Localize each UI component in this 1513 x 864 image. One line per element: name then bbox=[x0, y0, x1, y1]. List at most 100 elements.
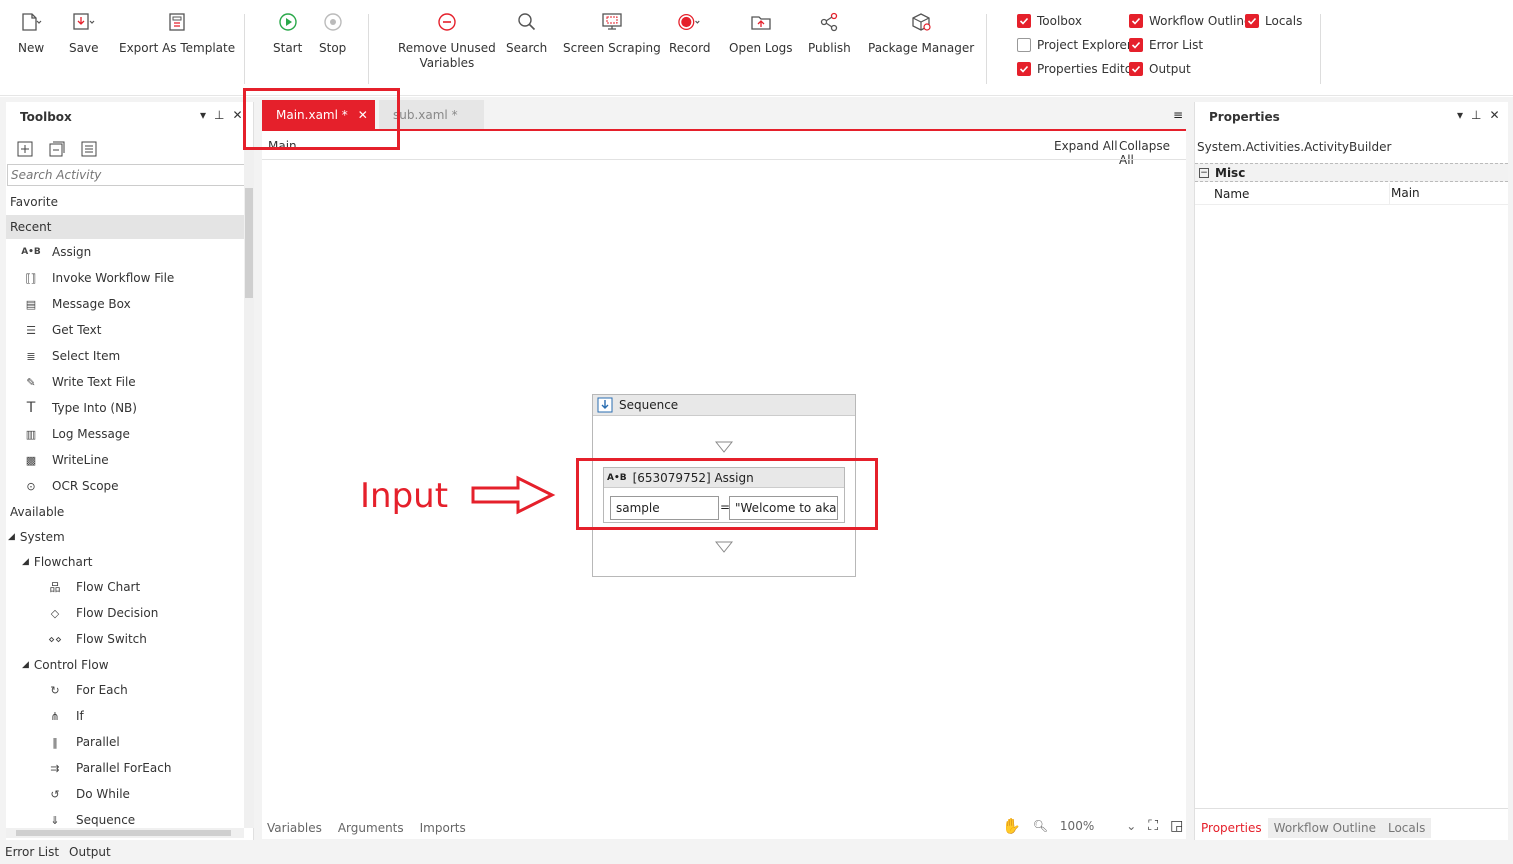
collapse-all-icon[interactable] bbox=[48, 140, 68, 158]
properties-editor-checkbox[interactable]: Properties Editor bbox=[1017, 62, 1137, 76]
package-manager-button[interactable]: Package Manager bbox=[868, 10, 974, 56]
zoom-controls: ✋ 🔍︎ 100% ⌄ ⛶ ◲ bbox=[1002, 817, 1183, 835]
unchecked-icon bbox=[1017, 38, 1031, 52]
flowchart-group[interactable]: ◢ Flowchart bbox=[6, 550, 244, 574]
workflow-outline-checkbox[interactable]: Workflow Outline bbox=[1129, 14, 1251, 28]
toolbox-item-if[interactable]: ⋔ If bbox=[6, 704, 244, 728]
property-name-label: Name bbox=[1214, 187, 1250, 201]
arguments-tab[interactable]: Arguments bbox=[338, 821, 404, 835]
type-into-icon: T bbox=[26, 400, 36, 416]
screen-scraping-icon bbox=[600, 10, 624, 34]
export-template-button[interactable]: Export As Template bbox=[119, 10, 235, 56]
toolbox-item-flow-switch[interactable]: ⋄⋄ Flow Switch bbox=[6, 627, 244, 651]
open-logs-button[interactable]: Open Logs bbox=[729, 10, 793, 56]
expand-all-link[interactable]: Expand All bbox=[1054, 139, 1118, 153]
error-list-checkbox[interactable]: Error List bbox=[1129, 38, 1203, 52]
toolbox-item-writeline[interactable]: ▩ WriteLine bbox=[6, 448, 244, 472]
close-icon[interactable]: ✕ bbox=[232, 108, 242, 122]
control-flow-label: Control Flow bbox=[33, 658, 109, 672]
toolbox-item-type-into[interactable]: T Type Into (NB) bbox=[6, 396, 244, 420]
project-explorer-checkbox[interactable]: Project Explorer bbox=[1017, 38, 1132, 52]
record-button[interactable]: Record bbox=[669, 10, 710, 56]
checked-icon bbox=[1245, 14, 1259, 28]
expand-all-icon[interactable] bbox=[16, 140, 36, 158]
toolbox-item-ocr-scope[interactable]: ⊙ OCR Scope bbox=[6, 474, 244, 498]
favorite-section[interactable]: Favorite bbox=[6, 190, 244, 214]
imports-tab[interactable]: Imports bbox=[420, 821, 466, 835]
toolbox-item-label: Select Item bbox=[52, 349, 121, 363]
toolbox-item-get-text[interactable]: ☰ Get Text bbox=[6, 318, 244, 342]
toolbox-item-write-text-file[interactable]: ✎ Write Text File bbox=[6, 370, 244, 394]
search-button[interactable]: Search bbox=[506, 10, 547, 56]
dropdown-icon[interactable]: ▾ bbox=[200, 108, 206, 122]
package-manager-label: Package Manager bbox=[868, 41, 975, 55]
property-name-value[interactable]: Main bbox=[1391, 186, 1420, 200]
open-logs-icon bbox=[749, 10, 773, 34]
flow-chart-icon: 品 bbox=[49, 581, 61, 594]
close-icon[interactable]: ✕ bbox=[1489, 108, 1499, 122]
zoom-level[interactable]: 100% bbox=[1060, 819, 1094, 833]
list-view-icon[interactable] bbox=[80, 140, 100, 158]
toolbox-item-label: Flow Chart bbox=[76, 580, 141, 594]
scrollbar-thumb[interactable] bbox=[245, 188, 253, 298]
toolbox-item-assign[interactable]: A•B Assign bbox=[6, 240, 244, 264]
hand-pan-icon[interactable]: ✋ bbox=[1002, 817, 1021, 835]
available-section[interactable]: Available bbox=[6, 500, 244, 524]
parallel-icon: ‖ bbox=[52, 735, 58, 749]
write-text-file-icon: ✎ bbox=[26, 375, 36, 389]
toolbox-item-label: Get Text bbox=[52, 323, 102, 337]
publish-button[interactable]: Publish bbox=[808, 10, 851, 56]
system-group[interactable]: ◢ System bbox=[6, 525, 244, 549]
dropdown-icon[interactable]: ▾ bbox=[1457, 108, 1463, 122]
flow-decision-icon: ◇ bbox=[50, 606, 60, 620]
variables-tab[interactable]: Variables bbox=[267, 821, 322, 835]
save-button[interactable]: Save bbox=[69, 10, 98, 56]
fit-to-screen-icon[interactable]: ⛶ bbox=[1148, 818, 1158, 834]
output-checkbox[interactable]: Output bbox=[1129, 62, 1191, 76]
new-button[interactable]: New bbox=[18, 10, 44, 56]
start-button[interactable]: Start bbox=[273, 10, 302, 56]
toolbox-item-do-while[interactable]: ↺ Do While bbox=[6, 782, 244, 806]
toolbox-item-message-box[interactable]: ▤ Message Box bbox=[6, 292, 244, 316]
pin-icon[interactable]: ⊥ bbox=[214, 108, 224, 122]
search-activity-input[interactable] bbox=[7, 164, 254, 186]
toolbox-item-flow-decision[interactable]: ◇ Flow Decision bbox=[6, 601, 244, 625]
pin-icon[interactable]: ⊥ bbox=[1471, 108, 1481, 122]
tab-overflow-icon[interactable]: ≡ bbox=[1173, 108, 1183, 122]
toolbox-horizontal-scrollbar[interactable] bbox=[6, 828, 244, 838]
record-icon bbox=[678, 10, 702, 34]
zoom-search-icon[interactable]: 🔍︎ bbox=[1033, 819, 1048, 833]
control-flow-group[interactable]: ◢ Control Flow bbox=[6, 653, 244, 677]
output-tab[interactable]: Output bbox=[69, 845, 111, 859]
toolbox-checkbox[interactable]: Toolbox bbox=[1017, 14, 1082, 28]
screen-scraping-button[interactable]: Screen Scraping bbox=[563, 10, 661, 56]
toolbox-item-select-item[interactable]: ≣ Select Item bbox=[6, 344, 244, 368]
stop-button[interactable]: Stop bbox=[319, 10, 346, 56]
locals-checkbox[interactable]: Locals bbox=[1245, 14, 1302, 28]
properties-tab[interactable]: Properties bbox=[1195, 818, 1268, 838]
drop-zone-arrow-icon[interactable] bbox=[715, 541, 733, 553]
overview-icon[interactable]: ◲ bbox=[1170, 818, 1183, 834]
remove-unused-variables-button[interactable]: Remove Unused Variables bbox=[398, 10, 496, 71]
toolbox-vertical-scrollbar[interactable] bbox=[244, 148, 254, 828]
toolbox-item-parallel-foreach[interactable]: ⇉ Parallel ForEach bbox=[6, 756, 244, 780]
toolbox-item-log-message[interactable]: ▥ Log Message bbox=[6, 422, 244, 446]
collapse-all-link[interactable]: Collapse All bbox=[1119, 139, 1186, 167]
start-label: Start bbox=[273, 41, 303, 55]
collapse-arrow-icon: ◢ bbox=[22, 557, 29, 567]
drop-zone-arrow-icon[interactable] bbox=[715, 441, 733, 453]
toolbox-item-flow-chart[interactable]: 品 Flow Chart bbox=[6, 575, 244, 599]
system-label: System bbox=[19, 530, 65, 544]
zoom-dropdown-icon[interactable]: ⌄ bbox=[1126, 819, 1136, 833]
toolbox-item-parallel[interactable]: ‖ Parallel bbox=[6, 730, 244, 754]
toolbox-item-for-each[interactable]: ↻ For Each bbox=[6, 678, 244, 702]
scrollbar-thumb[interactable] bbox=[16, 830, 231, 836]
workflow-outline-tab[interactable]: Workflow Outline bbox=[1267, 818, 1382, 838]
misc-category-row[interactable]: − Misc bbox=[1195, 163, 1508, 182]
error-list-tab[interactable]: Error List bbox=[5, 845, 59, 859]
collapse-category-icon[interactable]: − bbox=[1199, 167, 1209, 178]
toolbox-item-invoke-workflow[interactable]: ⟦⟧ Invoke Workflow File bbox=[6, 266, 244, 290]
message-box-icon: ▤ bbox=[25, 297, 37, 311]
locals-tab[interactable]: Locals bbox=[1381, 818, 1432, 838]
recent-section[interactable]: Recent bbox=[6, 215, 244, 239]
